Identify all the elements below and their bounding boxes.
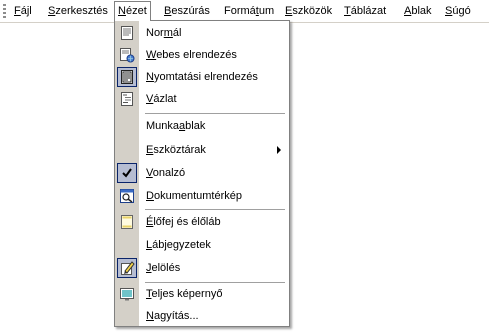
menu-item-label: Normál	[146, 27, 182, 39]
menu-item-zoom[interactable]: Nagyítás...	[115, 305, 289, 327]
submenu-arrow-icon	[277, 146, 281, 154]
normal-view-icon	[119, 25, 135, 41]
menu-edit[interactable]: Szerkesztés	[44, 3, 112, 19]
menu-insert[interactable]: Beszúrás	[160, 3, 214, 19]
menu-table[interactable]: Táblázat	[340, 3, 390, 19]
menu-item-header-footer[interactable]: Élőfej és élőláb	[115, 211, 289, 233]
menu-help[interactable]: Súgó	[441, 3, 475, 19]
menu-item-label: Lábjegyzetek	[146, 239, 211, 251]
menu-item-label: Webes elrendezés	[146, 49, 237, 61]
menu-item-label: Jelölés	[146, 262, 181, 274]
checkmark-icon	[117, 163, 137, 183]
menu-item-outline[interactable]: Vázlat	[115, 88, 289, 110]
menu-item-toolbars[interactable]: Eszköztárak	[115, 139, 289, 161]
menu-item-label: Munkaablak	[146, 120, 206, 132]
menu-separator	[145, 209, 285, 210]
menu-item-print-layout[interactable]: Nyomtatási elrendezés	[115, 66, 289, 88]
menu-item-document-map[interactable]: Dokumentumtérkép	[115, 185, 289, 207]
menu-item-markup[interactable]: Jelölés	[115, 257, 289, 279]
toolbar-grip[interactable]	[3, 4, 6, 18]
view-menu-dropdown: Normál Webes elrendezés Nyomtatási elren…	[114, 20, 290, 327]
menu-format[interactable]: Formátum	[220, 3, 278, 19]
menu-item-normal[interactable]: Normál	[115, 22, 289, 44]
menu-item-label: Élőfej és élőláb	[146, 216, 221, 228]
header-footer-icon	[119, 214, 135, 230]
menu-item-label: Nyomtatási elrendezés	[146, 71, 258, 83]
menu-separator	[145, 113, 285, 114]
menu-item-web-layout[interactable]: Webes elrendezés	[115, 44, 289, 66]
menu-view[interactable]: Nézet	[114, 1, 151, 21]
menu-item-label: Nagyítás...	[146, 310, 199, 322]
menu-item-label: Eszköztárak	[146, 144, 206, 156]
menu-item-label: Vonalzó	[146, 167, 186, 179]
menu-item-task-pane[interactable]: Munkaablak	[115, 115, 289, 137]
menu-item-full-screen[interactable]: Teljes képernyő	[115, 283, 289, 305]
document-map-icon	[119, 188, 135, 204]
menu-item-label: Teljes képernyő	[146, 288, 223, 300]
web-layout-icon	[119, 47, 135, 63]
menu-item-footnotes[interactable]: Lábjegyzetek	[115, 234, 289, 256]
print-layout-icon	[117, 67, 137, 87]
menu-window[interactable]: Ablak	[400, 3, 436, 19]
full-screen-icon	[119, 286, 135, 302]
menu-item-label: Vázlat	[146, 93, 177, 105]
menu-tools[interactable]: Eszközök	[281, 3, 336, 19]
outline-view-icon	[119, 91, 135, 107]
menu-item-ruler[interactable]: Vonalzó	[115, 162, 289, 184]
menu-item-label: Dokumentumtérkép	[146, 190, 242, 202]
markup-icon	[117, 258, 137, 278]
menu-file[interactable]: Fájl	[10, 3, 36, 19]
